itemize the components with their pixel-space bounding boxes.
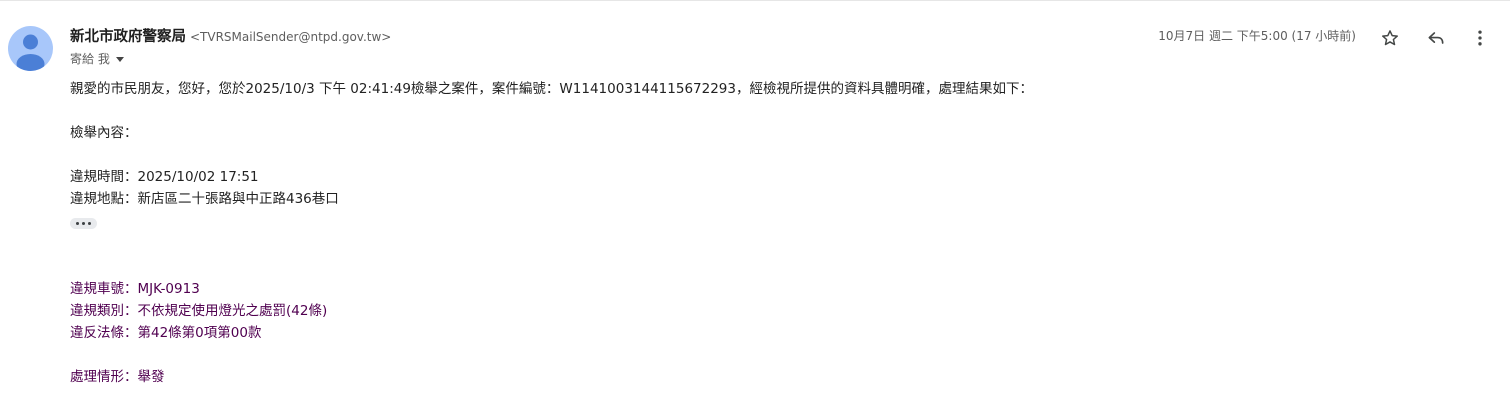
ellipsis-dot [76, 222, 79, 225]
caret-down-icon [115, 57, 124, 62]
sender-line: 新北市政府警察局 <TVRSMailSender@ntpd.gov.tw> [70, 25, 391, 48]
star-button[interactable] [1378, 26, 1402, 50]
violation-category: 違規類別：不依規定使用燈光之處罰(42條) [70, 303, 328, 319]
ellipsis-dot [82, 222, 85, 225]
message-date: 10月7日 週二 下午5:00 (17 小時前) [1158, 29, 1356, 43]
violation-time: 違規時間：2025/10/02 17:51 [70, 169, 259, 185]
violation-place: 違規地點：新店區二十張路與中正路436巷口 [70, 191, 339, 207]
violated-law: 違反法條：第42條第0項第00款 [70, 325, 262, 341]
vehicle-plate: 違規車號：MJK-0913 [70, 281, 200, 297]
star-icon [1382, 30, 1398, 46]
report-heading: 檢舉內容： [70, 125, 138, 141]
more-vert-icon [1478, 30, 1482, 46]
person-icon [16, 34, 45, 71]
sender-avatar[interactable] [8, 26, 53, 71]
recipient-dropdown[interactable]: 寄給 我 [70, 49, 124, 69]
sender-name[interactable]: 新北市政府警察局 [70, 29, 186, 45]
processing-result: 處理情形：舉發 [70, 369, 165, 385]
header-divider [0, 0, 1510, 1]
reply-button[interactable] [1424, 26, 1448, 50]
recipient-label: 寄給 我 [70, 52, 110, 66]
show-trimmed-content-button[interactable] [70, 218, 97, 229]
reply-icon [1428, 32, 1444, 44]
intro-text: 親愛的市民朋友，您好，您於2025/10/3 下午 02:41:49檢舉之案件，… [70, 81, 1033, 97]
sender-email: <TVRSMailSender@ntpd.gov.tw> [190, 30, 392, 44]
ellipsis-dot [88, 222, 91, 225]
more-options-button[interactable] [1468, 26, 1492, 50]
message-body: 親愛的市民朋友，您好，您於2025/10/3 下午 02:41:49檢舉之案件，… [70, 78, 1490, 388]
